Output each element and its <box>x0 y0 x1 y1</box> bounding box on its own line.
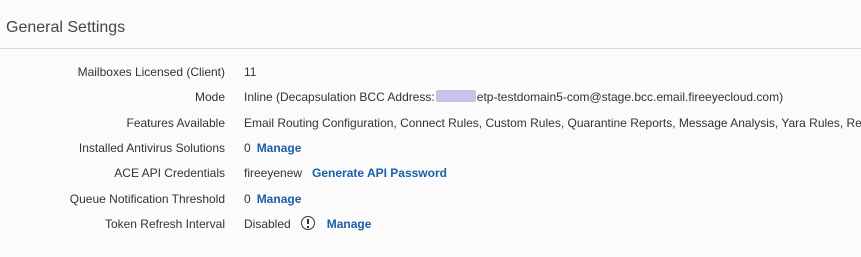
antivirus-label: Installed Antivirus Solutions <box>78 141 225 155</box>
token-refresh-manage-link[interactable]: Manage <box>327 217 372 231</box>
mode-value-container: Inline (Decapsulation BCC Address: etp-te… <box>244 86 861 108</box>
info-circle-icon[interactable] <box>300 216 315 230</box>
queue-threshold-manage-link[interactable]: Manage <box>257 192 302 206</box>
ace-api-value: fireeyenew <box>244 166 303 180</box>
setting-row-token-refresh: Token Refresh Interval Disabled Manage <box>0 213 861 235</box>
token-refresh-value-container: Disabled Manage <box>244 213 861 235</box>
setting-row-ace-api: ACE API Credentials fireeyenew Generate A… <box>0 162 861 184</box>
mailboxes-value: 11 <box>244 65 257 79</box>
ace-api-label: ACE API Credentials <box>114 166 225 180</box>
queue-threshold-label: Queue Notification Threshold <box>69 192 225 206</box>
token-refresh-value: Disabled <box>244 217 291 231</box>
mailboxes-label: Mailboxes Licensed (Client) <box>77 65 225 79</box>
features-label: Features Available <box>126 116 225 130</box>
general-settings-panel: General Settings Mailboxes Licensed (Cli… <box>0 0 861 257</box>
antivirus-value-container: 0 Manage <box>244 137 861 159</box>
token-refresh-label: Token Refresh Interval <box>104 217 225 231</box>
mode-value-prefix: Inline (Decapsulation BCC Address: <box>244 90 435 104</box>
mode-label: Mode <box>194 90 225 104</box>
setting-row-mailboxes: Mailboxes Licensed (Client) 11 <box>0 61 861 83</box>
setting-row-features: Features Available Email Routing Configu… <box>0 112 861 134</box>
queue-threshold-value-container: 0 Manage <box>244 188 861 210</box>
redacted-email-prefix <box>435 90 476 102</box>
ace-api-value-container: fireeyenew Generate API Password <box>244 162 861 184</box>
section-title: General Settings <box>6 19 126 36</box>
features-value-container: Email Routing Configuration, Connect Rul… <box>244 112 861 134</box>
mailboxes-value-container: 11 <box>244 61 861 83</box>
queue-threshold-value: 0 <box>244 192 251 206</box>
mode-value-suffix: etp-testdomain5-com@stage.bcc.email.fire… <box>476 90 784 104</box>
antivirus-manage-link[interactable]: Manage <box>257 141 302 155</box>
generate-api-password-link[interactable]: Generate API Password <box>312 166 447 180</box>
features-value: Email Routing Configuration, Connect Rul… <box>244 116 861 130</box>
antivirus-value: 0 <box>244 141 251 155</box>
setting-row-antivirus: Installed Antivirus Solutions 0 Manage <box>0 137 861 159</box>
setting-row-mode: Mode Inline (Decapsulation BCC Address: e… <box>0 86 861 108</box>
section-header: General Settings <box>0 0 861 49</box>
setting-row-queue-threshold: Queue Notification Threshold 0 Manage <box>0 188 861 210</box>
